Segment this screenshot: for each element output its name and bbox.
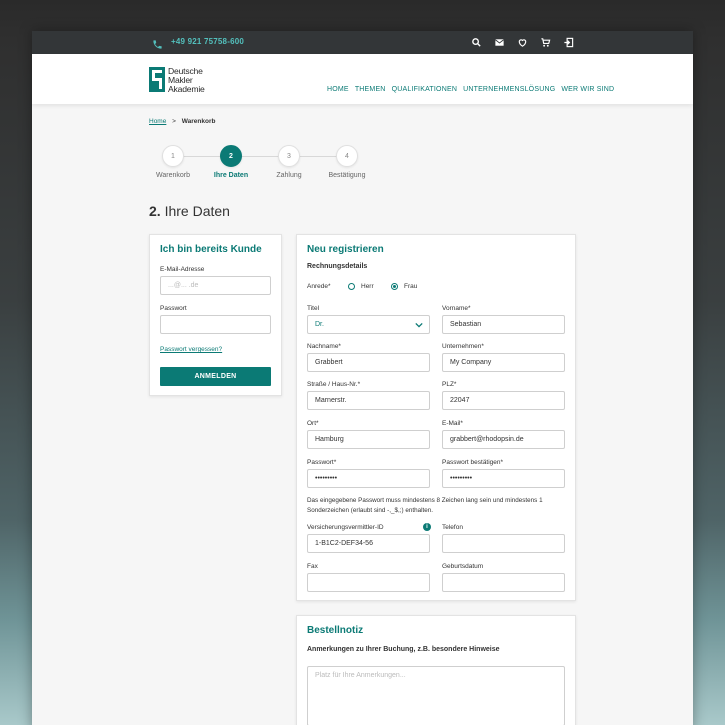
order-note-label: Anmerkungen zu Ihrer Buchung, z.B. beson… (307, 646, 500, 653)
register-email-label: E-Mail* (442, 420, 463, 427)
nav-item-home[interactable]: HOME (327, 86, 349, 93)
login-title: Ich bin bereits Kunde (160, 244, 262, 255)
ort-input[interactable]: Hamburg (307, 430, 430, 449)
register-card: Neu registrieren Rechnungsdetails Anrede… (296, 234, 576, 601)
unternehmen-input[interactable]: My Company (442, 353, 565, 372)
main-nav: HOME THEMEN QUALIFIKATIONEN UNTERNEHMENS… (327, 86, 614, 93)
breadcrumb-current: Warenkorb (181, 118, 216, 125)
passwort-input[interactable]: ••••••••• (307, 469, 430, 488)
radio-herr[interactable] (348, 283, 355, 290)
vermittler-label: Versicherungsvermittler-ID (307, 524, 384, 531)
geburtsdatum-label: Geburtsdatum (442, 563, 484, 570)
plz-label: PLZ* (442, 381, 457, 388)
logo-text: Deutsche Makler Akademie (168, 66, 205, 94)
nachname-input[interactable]: Grabbert (307, 353, 430, 372)
register-title: Neu registrieren (307, 244, 384, 255)
step-label: Zahlung (276, 172, 302, 179)
vorname-label: Vorname* (442, 305, 471, 312)
forgot-password-link[interactable]: Passwort vergessen? (160, 346, 222, 353)
checkout-steps: 1 Warenkorb 2 Ihre Daten 3 Zahlung 4 Bes… (149, 145, 379, 185)
step-bestaetigung[interactable]: 4 Bestätigung (317, 145, 377, 179)
page-title: 2. Ihre Daten (149, 203, 230, 219)
breadcrumb: Home > Warenkorb (149, 118, 215, 125)
order-note-textarea[interactable]: Platz für Ihre Anmerkungen... (307, 666, 565, 725)
login-card: Ich bin bereits Kunde E-Mail-Adresse ...… (149, 234, 282, 396)
titel-select[interactable]: Dr. (307, 315, 430, 334)
step-number: 4 (336, 145, 358, 167)
passwort-label: Passwort* (307, 459, 337, 466)
top-bar: +49 921 75758-600 (32, 31, 693, 54)
logo-mark-icon (149, 67, 165, 92)
step-label: Warenkorb (156, 172, 190, 179)
unternehmen-label: Unternehmen* (442, 343, 484, 350)
order-note-card: Bestellnotiz Anmerkungen zu Ihrer Buchun… (296, 615, 576, 725)
phone-number[interactable]: +49 921 75758-600 (171, 37, 244, 46)
phone-icon (152, 37, 163, 49)
page-title-text: Ihre Daten (164, 203, 230, 219)
radio-herr-label: Herr (361, 283, 374, 290)
info-icon[interactable]: i (423, 523, 431, 531)
salutation-label: Anrede* (307, 283, 331, 290)
mail-icon[interactable] (494, 37, 505, 48)
titel-label: Titel (307, 305, 320, 312)
order-note-title: Bestellnotiz (307, 625, 364, 636)
vermittler-input[interactable]: 1-B1C2-DEF34-56 (307, 534, 430, 553)
titel-selected-value: Dr. (315, 321, 324, 328)
search-icon[interactable] (471, 37, 482, 48)
login-email-label: E-Mail-Adresse (160, 266, 205, 273)
step-zahlung[interactable]: 3 Zahlung (259, 145, 319, 179)
register-email-input[interactable]: grabbert@rhodopsin.de (442, 430, 565, 449)
browser-page: +49 921 75758-600 Deutsche Makler Akadem… (32, 31, 693, 725)
passwort-confirm-label: Passwort bestätigen* (442, 459, 504, 466)
step-ihre-daten[interactable]: 2 Ihre Daten (201, 145, 261, 179)
step-number: 2 (220, 145, 242, 167)
step-label: Ihre Daten (213, 172, 249, 179)
login-password-label: Passwort (160, 305, 187, 312)
fax-input[interactable] (307, 573, 430, 592)
telefon-label: Telefon (442, 524, 463, 531)
login-icon[interactable] (563, 37, 574, 48)
strasse-label: Straße / Haus-Nr.* (307, 381, 361, 388)
strasse-input[interactable]: Marnerstr. (307, 391, 430, 410)
geburtsdatum-input[interactable] (442, 573, 565, 592)
login-password-input[interactable] (160, 315, 271, 334)
step-number: 3 (278, 145, 300, 167)
site-header: Deutsche Makler Akademie HOME THEMEN QUA… (32, 54, 693, 104)
page-title-number: 2. (149, 203, 161, 219)
radio-frau[interactable] (391, 283, 398, 290)
nav-item-wer-wir-sind[interactable]: WER WIR SIND (561, 86, 614, 93)
passwort-confirm-input[interactable]: ••••••••• (442, 469, 565, 488)
password-hint: Das eingegebene Passwort muss mindestens… (307, 497, 543, 514)
heart-icon[interactable] (517, 37, 528, 48)
cart-icon[interactable] (540, 37, 551, 48)
telefon-input[interactable] (442, 534, 565, 553)
login-button[interactable]: ANMELDEN (160, 367, 271, 386)
nav-item-themen[interactable]: THEMEN (355, 86, 386, 93)
step-label: Bestätigung (328, 172, 366, 179)
radio-frau-label: Frau (404, 283, 418, 290)
step-warenkorb[interactable]: 1 Warenkorb (143, 145, 203, 179)
plz-input[interactable]: 22047 (442, 391, 565, 410)
chevron-down-icon (415, 322, 423, 328)
step-number: 1 (162, 145, 184, 167)
nav-item-qualifikationen[interactable]: QUALIFIKATIONEN (392, 86, 458, 93)
vorname-input[interactable]: Sebastian (442, 315, 565, 334)
nav-item-unternehmensloesung[interactable]: UNTERNEHMENSLÖSUNG (463, 86, 555, 93)
fax-label: Fax (307, 563, 318, 570)
login-email-input[interactable]: ...@... .de (160, 276, 271, 295)
ort-label: Ort* (307, 420, 319, 427)
breadcrumb-separator: > (172, 118, 176, 125)
logo[interactable]: Deutsche Makler Akademie (149, 67, 209, 97)
breadcrumb-home[interactable]: Home (149, 118, 166, 125)
billing-section-title: Rechnungsdetails (307, 263, 368, 270)
nachname-label: Nachname* (307, 343, 341, 350)
